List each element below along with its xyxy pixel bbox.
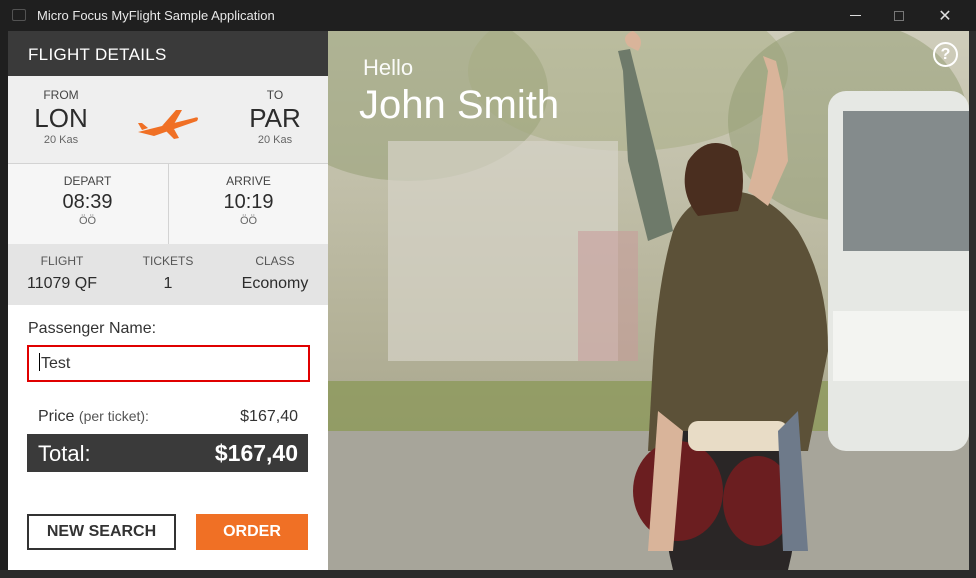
- close-button[interactable]: ✕: [922, 0, 968, 31]
- title-bar: Micro Focus MyFlight Sample Application …: [0, 0, 976, 31]
- price-row: Price (per ticket): $167,40: [28, 408, 298, 428]
- window-title: Micro Focus MyFlight Sample Application: [37, 8, 275, 23]
- price-label-text: Price: [38, 408, 75, 425]
- app-icon: [12, 9, 26, 21]
- tickets-value: 1: [163, 275, 173, 292]
- total-value: $167,40: [214, 440, 298, 466]
- class-label: CLASS: [255, 254, 295, 268]
- arrive-label: ARRIVE: [226, 174, 271, 188]
- from-date: 20 Kas: [43, 134, 79, 146]
- to-code: PAR: [249, 103, 301, 133]
- class-value: Economy: [241, 275, 309, 292]
- hero-image: Hello John Smith ?: [328, 31, 969, 570]
- price-per-ticket: (per ticket):: [78, 408, 149, 424]
- order-button[interactable]: ORDER: [196, 514, 308, 550]
- airplane-icon: [138, 110, 198, 139]
- minimize-icon: [849, 15, 861, 16]
- flight-info-section: FLIGHT 11079 QF TICKETS 1 CLASS Economy: [8, 244, 328, 305]
- user-name: John Smith: [359, 83, 560, 127]
- help-icon[interactable]: ?: [933, 42, 958, 67]
- panel-title: FLIGHT DETAILS: [8, 31, 328, 76]
- price-label: Price (per ticket):: [38, 408, 149, 426]
- from-code: LON: [34, 103, 88, 133]
- flight-label: FLIGHT: [40, 254, 84, 268]
- greeting: Hello: [363, 55, 414, 80]
- depart-time: DEPART 08:39 ÖÖ: [8, 174, 167, 227]
- tickets-label: TICKETS: [142, 254, 194, 268]
- price-value: $167,40: [240, 408, 298, 425]
- passenger-name-value: Test: [41, 355, 71, 372]
- arrive-suffix: ÖÖ: [239, 215, 258, 227]
- app-window: Micro Focus MyFlight Sample Application …: [0, 0, 976, 578]
- minimize-button[interactable]: [832, 0, 878, 31]
- passenger-name-label: Passenger Name:: [28, 320, 157, 337]
- tickets-count: TICKETS 1: [128, 254, 208, 293]
- route-section: FROM LON 20 Kas TO PAR 20 Kas: [8, 76, 328, 164]
- window-border-bottom: [0, 570, 976, 578]
- new-search-button[interactable]: NEW SEARCH: [27, 514, 176, 550]
- window-border-right: [969, 31, 976, 578]
- from-label: FROM: [43, 88, 79, 102]
- to-location: TO PAR 20 Kas: [235, 88, 315, 146]
- flight-number: FLIGHT 11079 QF: [18, 254, 106, 293]
- depart-label: DEPART: [63, 174, 112, 188]
- passenger-name-input[interactable]: Test: [27, 345, 310, 382]
- times-section: DEPART 08:39 ÖÖ ARRIVE 10:19 ÖÖ: [8, 164, 328, 244]
- depart-suffix: ÖÖ: [78, 215, 97, 227]
- depart-value: 08:39: [62, 191, 113, 213]
- flight-class: CLASS Economy: [230, 254, 320, 293]
- text-caret: [39, 353, 40, 371]
- arrive-value: 10:19: [223, 191, 274, 213]
- close-icon: ✕: [938, 7, 952, 25]
- total-label: Total:: [38, 441, 91, 466]
- to-date: 20 Kas: [257, 134, 293, 146]
- maximize-button[interactable]: [876, 0, 922, 31]
- total-bar: Total: $167,40: [27, 434, 308, 472]
- flight-details-panel: FLIGHT DETAILS FROM LON 20 Kas TO PAR 20…: [8, 31, 328, 570]
- from-location: FROM LON 20 Kas: [21, 88, 101, 146]
- arrive-time: ARRIVE 10:19 ÖÖ: [169, 174, 328, 227]
- maximize-icon: [894, 10, 904, 21]
- flight-value: 11079 QF: [27, 275, 97, 292]
- to-label: TO: [266, 88, 284, 102]
